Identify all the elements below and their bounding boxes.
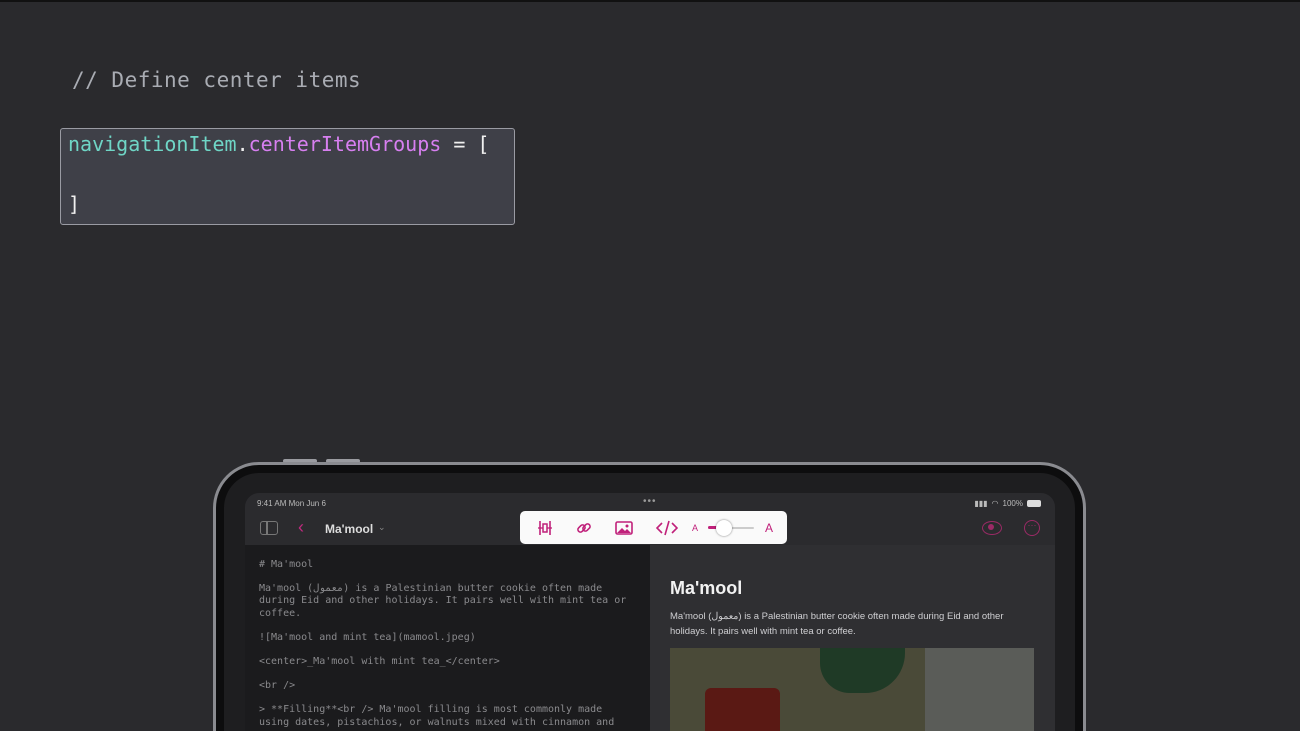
code-block: navigationItem.centerItemGroups = [ ]	[60, 128, 515, 225]
editor-line: <br />	[259, 680, 296, 692]
code-token-dot: .	[236, 132, 249, 156]
code-comment: // Define center items	[72, 68, 362, 92]
title-menu-chevron-icon[interactable]: ⌄	[378, 522, 386, 533]
image-icon[interactable]	[615, 520, 633, 536]
editor-line: <center>_Ma'mool with mint tea_</center>	[259, 656, 500, 668]
wifi-icon: ◠	[991, 499, 999, 508]
text-indent-icon[interactable]	[537, 520, 553, 536]
markdown-preview: Ma'mool Ma'mool (معمول) is a Palestinian…	[650, 545, 1055, 731]
status-indicators: ▮▮▮ ◠ 100%	[974, 499, 1041, 508]
text-size-slider-thumb[interactable]	[716, 520, 732, 536]
document-title[interactable]: Ma'mool	[325, 522, 373, 536]
battery-icon	[1027, 500, 1041, 507]
preview-eye-icon[interactable]	[982, 521, 1002, 535]
preview-photo	[670, 648, 1034, 731]
status-bar: 9:41 AM Mon Jun 6 ••• ▮▮▮ ◠ 100%	[245, 493, 1055, 513]
editor-line: ![Ma'mool and mint tea](mamool.jpeg)	[259, 631, 476, 643]
status-time: 9:41 AM Mon Jun 6	[257, 499, 326, 508]
editor-line: # Ma'mool	[259, 559, 314, 570]
top-border	[0, 0, 1300, 2]
signal-icon: ▮▮▮	[974, 499, 988, 508]
code-token-operator: = [	[441, 132, 490, 156]
back-chevron-icon[interactable]: ‹	[298, 517, 304, 538]
battery-percent: 100%	[1002, 499, 1023, 508]
markdown-editor[interactable]: # Ma'mool Ma'mool (معمول) is a Palestini…	[245, 545, 650, 731]
multitasking-dots-icon[interactable]: •••	[643, 496, 657, 507]
editor-line: Ma'mool (معمول) is a Palestinian butter …	[259, 583, 633, 619]
preview-title: Ma'mool	[670, 578, 743, 598]
increase-text-size-icon[interactable]: A	[765, 521, 773, 535]
photo-tile-pattern	[925, 648, 1034, 731]
decrease-text-size-icon[interactable]: A	[692, 523, 698, 533]
code-token-property: navigationItem	[68, 132, 237, 156]
preview-paragraph: Ma'mool (معمول) is a Palestinian butter …	[670, 611, 1004, 637]
code-icon[interactable]	[656, 520, 678, 536]
center-items-toolbar: A A	[520, 511, 787, 544]
editor-line: > **Filling**<br /> Ma'mool filling is m…	[259, 704, 615, 728]
link-icon[interactable]	[576, 520, 592, 536]
code-token-member: centerItemGroups	[248, 132, 442, 156]
photo-tea-glass	[705, 688, 780, 731]
sidebar-toggle-icon[interactable]	[260, 521, 278, 535]
code-line-close: ]	[68, 192, 81, 216]
code-line-1: navigationItem.centerItemGroups = [	[68, 132, 489, 156]
more-options-icon[interactable]: ···	[1024, 520, 1040, 536]
